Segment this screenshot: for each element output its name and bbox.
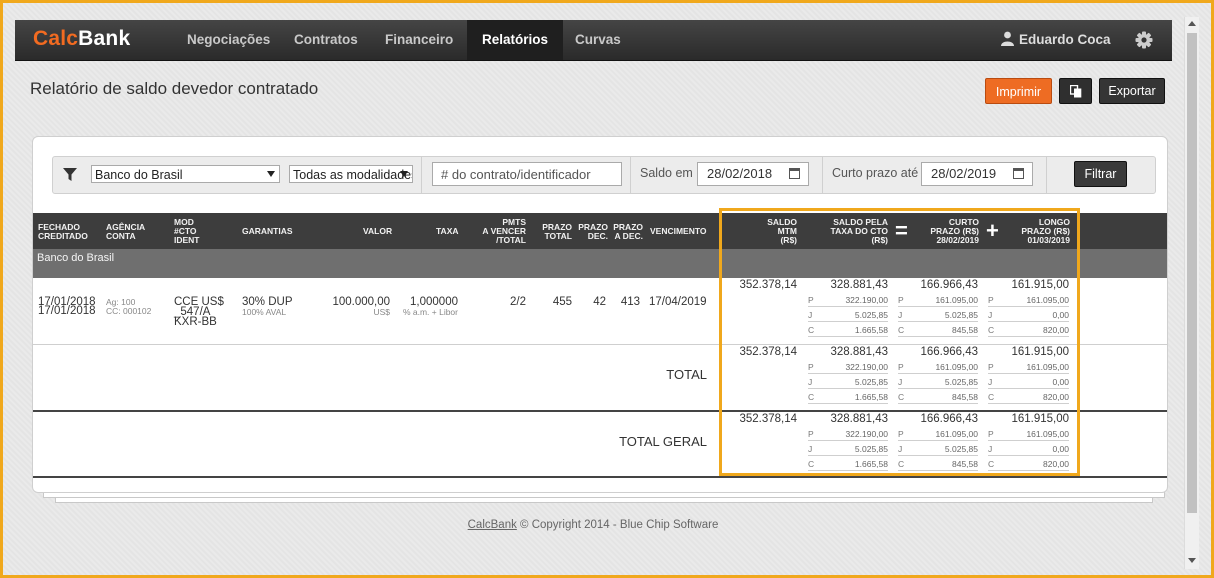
divider [421,157,422,193]
scroll-thumb[interactable] [1187,33,1197,513]
col-fechado[interactable]: Fechado Creditado [38,223,88,241]
col-pmts[interactable]: PMTs a vencer/total [481,218,526,245]
footer-link[interactable]: CalcBank [468,519,517,531]
conta: CC: 000102 [106,306,152,316]
modality-select[interactable]: Todas as modalidades [289,165,413,183]
brand-logo[interactable]: CalcBank [33,27,130,51]
user-icon [1001,31,1014,46]
saldo-label: Saldo em [640,166,693,180]
group-name: Banco do Brasil [37,252,115,264]
curto-prazo-label: Curto prazo até [832,166,919,180]
divider [822,157,823,193]
row-divider [33,476,1167,478]
filter-bar: Banco do Brasil Todas as modalidades Sal… [52,156,1156,194]
garantia-sub: 100% AVAL [242,307,287,317]
col-prazo-adec[interactable]: Prazo a dec. [613,223,643,241]
curto-date-value: 28/02/2019 [931,166,997,181]
col-garantias[interactable]: Garantias [242,227,293,236]
filter-funnel-icon [63,168,77,181]
curto-prazo-date-input[interactable]: 28/02/2019 [921,162,1033,186]
divider [630,157,631,193]
identificador: KXR-BB [174,316,217,328]
prazo-dec: 42 [593,296,606,308]
contract-search-input[interactable] [432,162,622,186]
brand-part-2: Bank [78,27,131,50]
valor-currency: US$ [373,307,390,317]
copy-icon [1070,85,1082,98]
user-name: Eduardo Coca [1019,32,1111,47]
chevron-down-icon [267,171,275,177]
vencimento: 17/04/2019 [649,296,707,308]
col-prazo-dec[interactable]: Prazo dec. [578,223,608,241]
nav-negociacoes[interactable]: Negociações [172,20,285,60]
vertical-scrollbar[interactable] [1184,17,1199,569]
nav-curvas[interactable]: Curvas [560,20,636,60]
footer: CalcBank © Copyright 2014 - Blue Chip So… [3,519,1183,531]
col-mod[interactable]: Mod #CTO Ident [174,218,200,245]
divider [1046,157,1047,193]
print-button[interactable]: Imprimir [985,78,1052,104]
prazo-adec: 413 [620,296,640,308]
nav-contratos[interactable]: Contratos [279,20,373,60]
nav-financeiro[interactable]: Financeiro [370,20,468,60]
calendar-icon[interactable] [789,168,800,179]
modality-select-value: Todas as modalidades [293,168,413,182]
gear-icon[interactable] [1135,31,1153,49]
copy-button[interactable] [1059,78,1092,104]
creditado-date: 17/01/2018 [38,305,96,317]
total-label: TOTAL [666,367,707,382]
saldo-date-input[interactable]: 28/02/2018 [697,162,809,186]
scroll-up-arrow-icon[interactable] [1188,21,1196,26]
bank-select-value: Banco do Brasil [95,168,183,182]
calendar-icon[interactable] [1013,168,1024,179]
export-button[interactable]: Exportar [1099,78,1165,104]
col-valor[interactable]: Valor [363,227,392,236]
filter-button[interactable]: Filtrar [1074,161,1127,187]
user-menu[interactable]: Eduardo Coca [1001,20,1111,60]
chevron-down-icon [400,171,408,177]
total-geral-label: TOTAL GERAL [619,434,707,449]
scroll-down-arrow-icon[interactable] [1188,558,1196,563]
col-agencia[interactable]: Agência Conta [106,223,145,241]
highlight-box [719,208,1080,476]
col-vencimento[interactable]: Vencimento [650,227,707,236]
page-title: Relatório de saldo devedor contratado [30,79,319,98]
col-prazo-total[interactable]: Prazo total [538,223,572,241]
nav-relatorios[interactable]: Relatórios [467,20,564,60]
app-window: CalcBank Negociações Contratos Financeir… [0,0,1214,578]
prazo-total: 455 [552,296,572,308]
brand-part-1: Calc [33,27,79,50]
taxa-sub: % a.m. + Libor [402,307,458,317]
footer-copyright: © Copyright 2014 - Blue Chip Software [516,519,719,531]
bank-select[interactable]: Banco do Brasil [91,165,280,183]
col-taxa[interactable]: Taxa [436,227,459,236]
saldo-date-value: 28/02/2018 [707,166,773,181]
pmts: 2/2 [510,296,526,308]
top-navbar: CalcBank Negociações Contratos Financeir… [15,20,1172,61]
